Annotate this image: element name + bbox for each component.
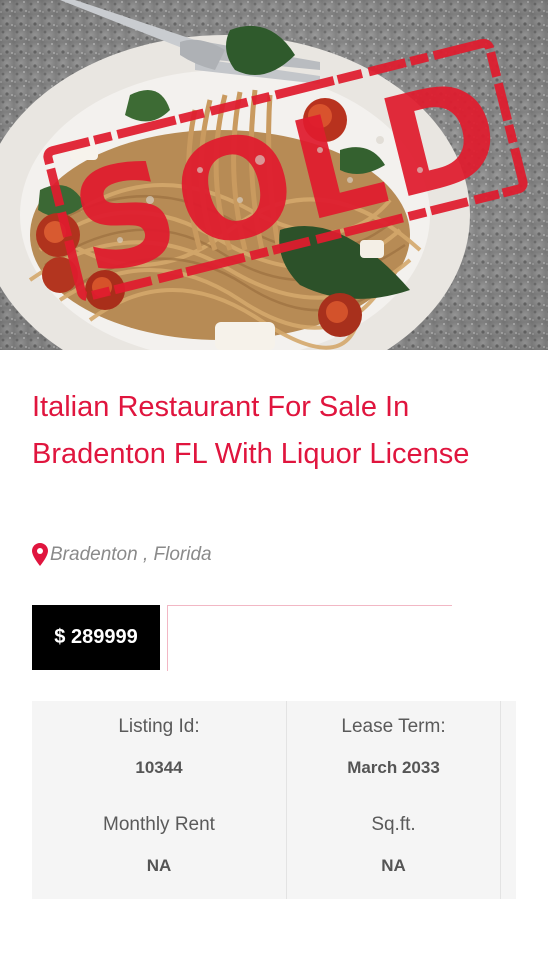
price-divider-top [167, 605, 452, 606]
monthly-rent-label: Monthly Rent [103, 814, 215, 835]
listing-id-value: 10344 [135, 758, 183, 777]
listing-details: Listing Id: 10344 Lease Term: March 2033… [32, 701, 516, 899]
sqft-label: Sq.ft. [371, 814, 416, 835]
sqft-cell: Sq.ft. NA [287, 813, 500, 877]
monthly-rent-value: NA [146, 856, 172, 875]
map-pin-icon [32, 543, 48, 566]
monthly-rent-cell: Monthly Rent NA [32, 813, 286, 877]
listing-id-cell: Listing Id: 10344 [32, 715, 286, 779]
listing-title[interactable]: Italian Restaurant For Sale In Bradenton… [32, 384, 532, 478]
details-divider [500, 701, 501, 899]
sqft-value: NA [381, 856, 406, 875]
price-divider-left [167, 605, 168, 671]
listing-location: Bradenton , Florida [32, 543, 212, 566]
listing-id-label: Listing Id: [118, 716, 200, 737]
location-text: Bradenton , Florida [50, 543, 212, 565]
lease-term-cell: Lease Term: March 2033 [287, 715, 500, 779]
listing-image[interactable]: SOLD [0, 0, 548, 350]
lease-term-value: March 2033 [347, 758, 440, 777]
lease-term-label: Lease Term: [341, 716, 446, 737]
price-row: $ 289999 [32, 605, 452, 671]
listing-card[interactable]: SOLD Italian Restaurant For Sale In Brad… [0, 0, 548, 970]
price-badge: $ 289999 [32, 605, 160, 670]
